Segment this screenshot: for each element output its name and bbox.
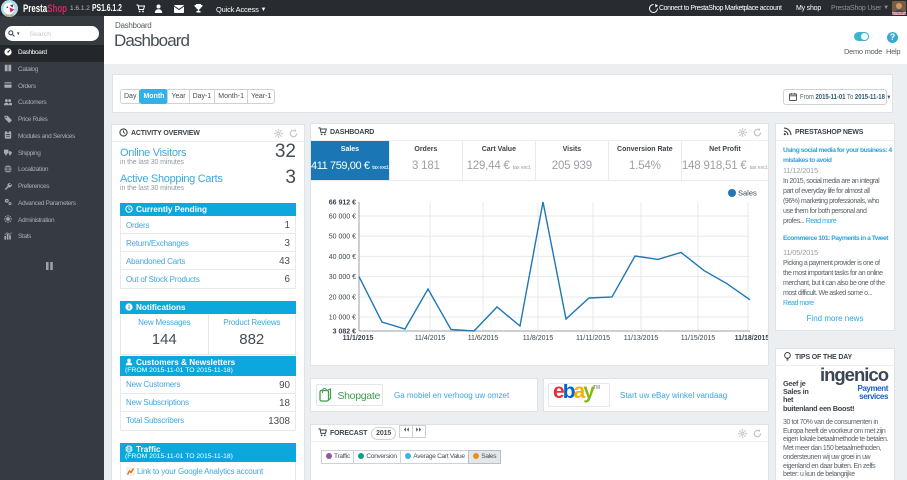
svg-text:11/6/2015: 11/6/2015 [468, 335, 499, 342]
svg-text:11/8/2015: 11/8/2015 [523, 335, 554, 342]
svg-text:11/4/2015: 11/4/2015 [415, 335, 446, 342]
svg-text:11/15/2015: 11/15/2015 [681, 335, 716, 342]
svg-text:50 000 €: 50 000 € [329, 234, 356, 241]
svg-text:11/1/2015: 11/1/2015 [343, 335, 374, 342]
svg-text:66 912 €: 66 912 € [329, 200, 356, 207]
svg-text:11/11/2015: 11/11/2015 [576, 335, 610, 342]
svg-text:20 000 €: 20 000 € [329, 295, 356, 302]
svg-text:40 000 €: 40 000 € [329, 254, 356, 261]
svg-text:60 000 €: 60 000 € [329, 214, 356, 221]
svg-text:11/18/2015: 11/18/2015 [735, 335, 768, 342]
svg-text:30 000 €: 30 000 € [329, 274, 356, 281]
svg-text:10 000 €: 10 000 € [329, 315, 356, 322]
svg-text:11/13/2015: 11/13/2015 [624, 335, 659, 342]
svg-text:PrestaShop: PrestaShop [892, 12, 906, 15]
svg-text:Sales: Sales [738, 189, 757, 198]
